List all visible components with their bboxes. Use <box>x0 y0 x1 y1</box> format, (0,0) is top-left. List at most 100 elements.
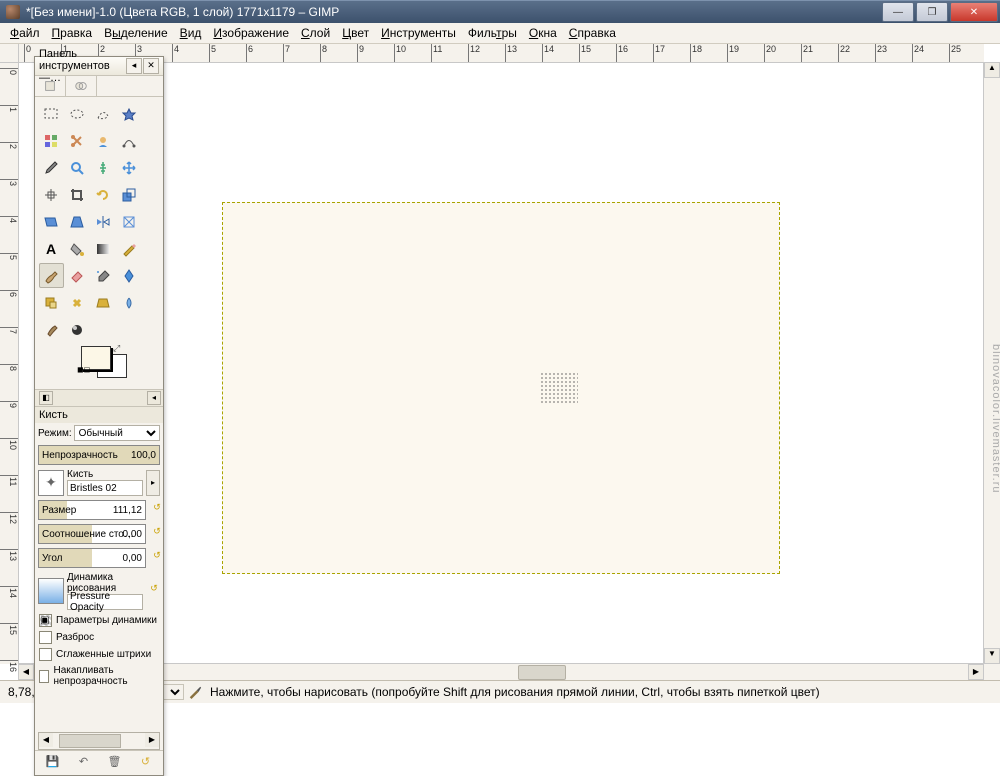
brush-name[interactable]: Bristles 02 <box>67 480 143 496</box>
tool-fuzzy-select[interactable] <box>117 101 142 126</box>
toolbox-close-button[interactable]: ✕ <box>143 58 159 74</box>
tool-blend[interactable] <box>91 236 116 261</box>
menu-help[interactable]: Справка <box>563 24 622 42</box>
tool-measure[interactable] <box>91 155 116 180</box>
ratio-reset-icon[interactable]: ↺ <box>151 526 163 542</box>
angle-slider[interactable]: Угол 0,00 <box>38 548 146 568</box>
tool-perspective-clone[interactable] <box>91 290 116 315</box>
toolbox-tab[interactable] <box>66 76 97 96</box>
tool-align[interactable] <box>39 182 64 207</box>
options-menu-icon[interactable]: ◂ <box>147 391 161 405</box>
tool-rotate[interactable] <box>91 182 116 207</box>
brush-thumb[interactable]: ✦ <box>38 470 64 496</box>
menu-select[interactable]: Выделение <box>98 24 174 42</box>
svg-text:A: A <box>46 241 56 257</box>
menu-filters[interactable]: Фильтры <box>462 24 523 42</box>
tool-options-header: ◧ ◂ <box>35 389 163 407</box>
ratio-slider[interactable]: Соотношение сто… 0,00 <box>38 524 146 544</box>
tool-shear[interactable] <box>39 209 64 234</box>
tool-paintbrush[interactable] <box>39 263 64 288</box>
tool-free-select[interactable] <box>91 101 116 126</box>
tool-crop[interactable] <box>65 182 90 207</box>
tool-scissors[interactable] <box>65 128 90 153</box>
tool-options: Кисть Режим: Обычный Непрозрачность 100,… <box>35 407 163 775</box>
default-colors-icon[interactable]: ◼◻ <box>77 365 90 374</box>
angle-reset-icon[interactable]: ↺ <box>151 550 163 566</box>
size-reset-icon[interactable]: ↺ <box>151 502 163 518</box>
mode-select[interactable]: Обычный <box>74 425 160 441</box>
tool-smudge[interactable] <box>39 317 64 342</box>
scroll-left-icon[interactable]: ◀ <box>39 733 53 747</box>
toolbox-menu-button[interactable]: ◂ <box>126 58 142 74</box>
tool-blur[interactable] <box>117 290 142 315</box>
tool-pencil[interactable] <box>117 236 142 261</box>
restore-preset-icon[interactable]: ↶ <box>75 755 93 771</box>
delete-preset-icon[interactable]: 🗑 <box>106 755 124 771</box>
options-tab-icon[interactable]: ◧ <box>39 391 53 405</box>
toolbox-tab[interactable] <box>35 76 66 96</box>
close-button[interactable]: ✕ <box>950 2 998 22</box>
hscroll-thumb[interactable] <box>59 734 121 748</box>
tool-by-color-select[interactable] <box>39 128 64 153</box>
tool-bucket-fill[interactable] <box>65 236 90 261</box>
tool-ellipse-select[interactable] <box>65 101 90 126</box>
canvas[interactable] <box>222 202 780 574</box>
dynamics-reset-icon[interactable]: ↺ <box>148 583 160 599</box>
opacity-slider[interactable]: Непрозрачность 100,0 <box>38 445 160 465</box>
tool-ink[interactable] <box>117 263 142 288</box>
scroll-left-icon[interactable]: ◀ <box>18 664 34 680</box>
reset-preset-icon[interactable]: ↺ <box>137 755 155 771</box>
tool-scale[interactable] <box>117 182 142 207</box>
tool-cage[interactable] <box>117 209 142 234</box>
tool-dodge-burn[interactable] <box>65 317 90 342</box>
check-accum[interactable]: Накапливать непрозрачность <box>35 663 163 689</box>
dynamics-name[interactable]: Pressure Opacity <box>67 594 143 610</box>
scroll-right-icon[interactable]: ▶ <box>968 664 984 680</box>
save-preset-icon[interactable]: 💾 <box>44 755 62 771</box>
scroll-up-icon[interactable]: ▲ <box>984 62 1000 78</box>
tool-rect-select[interactable] <box>39 101 64 126</box>
tool-zoom[interactable] <box>65 155 90 180</box>
menu-edit[interactable]: Правка <box>46 24 99 42</box>
scroll-down-icon[interactable]: ▼ <box>984 648 1000 664</box>
options-hscroll[interactable]: ◀ ▶ <box>38 732 160 750</box>
tool-foreground-select[interactable] <box>91 128 116 153</box>
menu-layer[interactable]: Слой <box>295 24 336 42</box>
tool-paths[interactable] <box>117 128 142 153</box>
scroll-right-icon[interactable]: ▶ <box>145 733 159 747</box>
hscroll-thumb[interactable] <box>518 665 566 680</box>
maximize-button[interactable]: ❐ <box>916 2 948 22</box>
toolbox-titlebar[interactable]: Панель инструментов —… ◂ ✕ <box>35 57 163 76</box>
ruler-vertical[interactable]: 0 1 2 3 4 5 6 7 8 9 10 11 12 13 14 15 16 <box>0 62 19 664</box>
tool-clone[interactable] <box>39 290 64 315</box>
brush-dropdown-icon[interactable]: ▸ <box>146 470 160 496</box>
menu-image[interactable]: Изображение <box>207 24 295 42</box>
brush-cursor-icon <box>540 372 578 404</box>
tool-color-picker[interactable] <box>39 155 64 180</box>
minimize-button[interactable]: — <box>882 2 914 22</box>
status-hint: Нажмите, чтобы нарисовать (попробуйте Sh… <box>206 685 996 699</box>
ruler-corner[interactable] <box>0 44 19 63</box>
color-swatches: ⤢ ◼◻ <box>35 343 163 389</box>
size-slider[interactable]: Размер 111,12 <box>38 500 146 520</box>
tool-eraser[interactable] <box>65 263 90 288</box>
tool-airbrush[interactable] <box>91 263 116 288</box>
tool-text[interactable]: A <box>39 236 64 261</box>
tool-heal[interactable] <box>65 290 90 315</box>
menu-color[interactable]: Цвет <box>336 24 375 42</box>
swap-colors-icon[interactable]: ⤢ <box>113 343 120 354</box>
check-smooth[interactable]: Сглаженные штрихи <box>35 646 163 663</box>
nav-corner-button[interactable] <box>983 663 1000 680</box>
check-scatter[interactable]: Разброс <box>35 629 163 646</box>
app-icon <box>6 5 20 19</box>
tool-flip[interactable] <box>91 209 116 234</box>
menu-file[interactable]: Файл <box>4 24 46 42</box>
menu-tools[interactable]: Инструменты <box>375 24 462 42</box>
menu-windows[interactable]: Окна <box>523 24 563 42</box>
tool-perspective[interactable] <box>65 209 90 234</box>
dynamics-thumb[interactable] <box>38 578 64 604</box>
options-title: Кисть <box>35 407 163 423</box>
expand-dynparams[interactable]: ▣Параметры динамики <box>35 612 163 629</box>
menu-view[interactable]: Вид <box>174 24 208 42</box>
tool-move[interactable] <box>117 155 142 180</box>
